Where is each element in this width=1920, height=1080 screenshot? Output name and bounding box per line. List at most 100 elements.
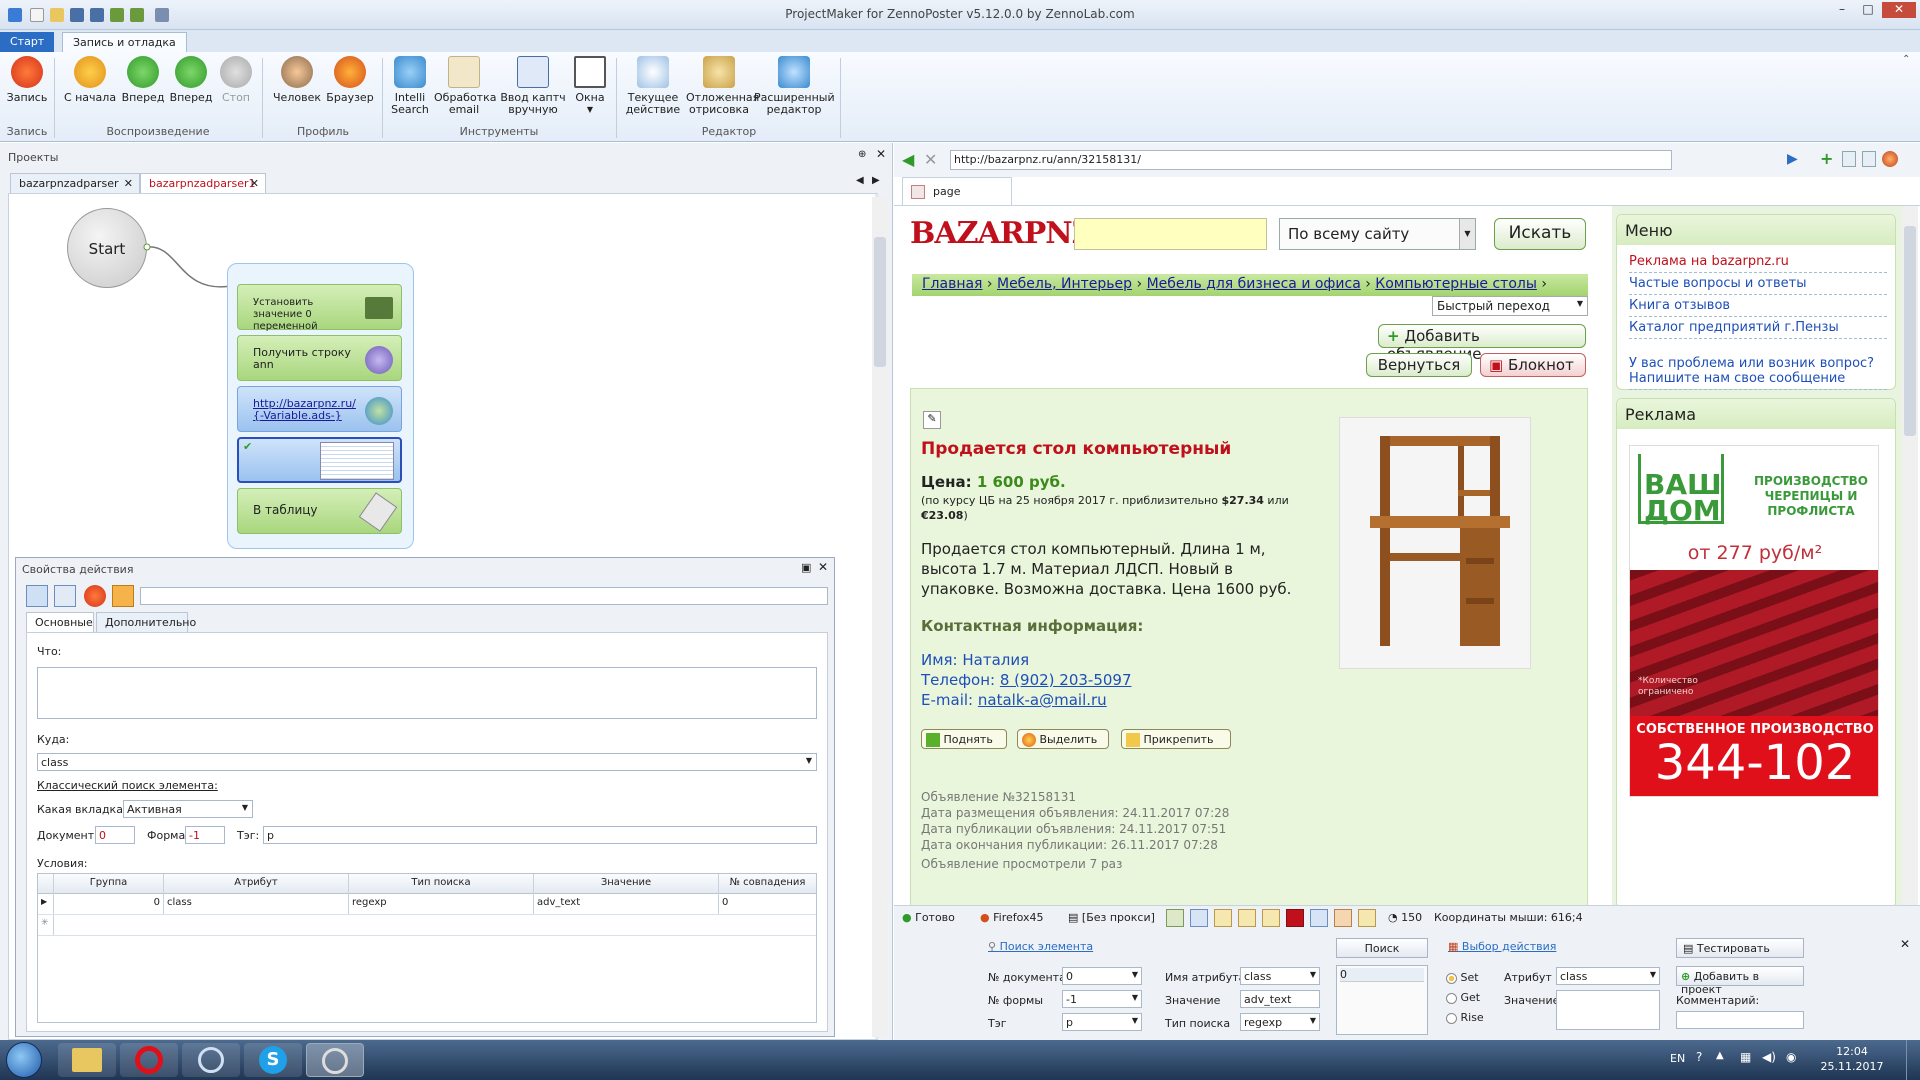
language-indicator[interactable]: EN [1670,1052,1685,1065]
page-scrollbar[interactable] [1902,206,1918,905]
from-start-button[interactable]: С начала [62,56,118,126]
captcha-input-button[interactable]: Ввод каптч вручную [496,56,570,126]
tab-close-icon[interactable]: ✕ [124,177,133,190]
phone-link[interactable]: 8 (902) 203-5097 [1000,671,1132,689]
list-item[interactable]: 0 [1340,968,1424,982]
record-icon[interactable] [84,585,106,607]
scroll-right-icon[interactable]: ▶ [872,175,880,186]
banner[interactable]: ВАШ ДОМ ПРОИЗВОДСТВО ЧЕРЕПИЦЫ И ПРОФЛИСТ… [1629,445,1879,797]
to-table-node[interactable]: В таблицу [237,488,402,534]
save-page-icon[interactable] [1862,151,1876,167]
windows-button[interactable]: Окна ▼ [572,56,608,126]
back-site-button[interactable]: Вернуться [1366,353,1472,377]
record-button[interactable]: Запись [4,56,50,126]
col-group[interactable]: Группа [54,874,164,894]
table-view-icon[interactable] [26,585,48,607]
scroll-left-icon[interactable]: ◀ [856,175,864,186]
tray-arrow-icon[interactable]: ▲ [1716,1050,1724,1061]
doc-number-select[interactable]: 0 ▼ [1062,967,1142,985]
site-search-input[interactable] [1074,218,1267,250]
selected-action-node[interactable]: ✔ [237,437,402,483]
set-value-node[interactable]: Установить значение 0 переменной [237,284,402,332]
opera-icon[interactable] [120,1043,178,1077]
tag-select[interactable]: p ▼ [1062,1013,1142,1031]
download-icon[interactable] [112,585,134,607]
forward-button[interactable]: Вперед [120,56,166,126]
advanced-editor-button[interactable]: Расширенный редактор [754,56,835,126]
url-input[interactable]: http://bazarpnz.ru/ann/32158131/ [950,150,1672,170]
pin-button[interactable]: Прикрепить [1121,729,1231,749]
restore-icon[interactable]: ▣ [801,561,811,574]
status-proxy[interactable]: ▤ [Без прокси] [1068,911,1155,924]
explorer-icon[interactable] [58,1043,116,1077]
human-button[interactable]: Человек [270,56,324,126]
tag-input[interactable]: p [263,826,817,844]
minimize-button[interactable]: – [1830,2,1854,18]
sync-icon[interactable]: ◉ [1786,1050,1796,1064]
deferred-render-button[interactable]: Отложенная отрисовка [686,56,759,126]
breadcrumb-office-furniture[interactable]: Мебель для бизнеса и офиса [1147,276,1361,292]
cell-search-type[interactable]: regexp [349,894,534,914]
scrollbar-thumb[interactable] [874,237,886,367]
menu-item-question[interactable]: У вас проблема или возник вопрос? Напиши… [1629,353,1887,390]
toggle-popups-icon[interactable] [1238,909,1256,927]
back-arrow-icon[interactable]: ◀ [902,150,914,169]
breadcrumb-home[interactable]: Главная [922,276,982,292]
zennoposter-icon[interactable] [182,1043,240,1077]
tab-close-icon[interactable]: ✕ [250,177,259,190]
menu-item-advertising[interactable]: Реклама на bazarpnz.ru [1629,251,1887,273]
notebook-button[interactable]: ▣ Блокнот [1480,353,1586,377]
radio-rise[interactable]: Rise [1446,1011,1484,1024]
page-icon[interactable] [1842,151,1856,167]
col-attribute[interactable]: Атрибут [164,874,349,894]
toggle-css-icon[interactable] [1190,909,1208,927]
get-string-node[interactable]: Получить строку ann [237,335,402,381]
stop-button[interactable]: Стоп [216,56,256,126]
pin-icon[interactable]: ⊕ [858,149,866,160]
clock[interactable]: 12:04 25.11.2017 [1812,1044,1892,1074]
test-button[interactable]: ▤ Тестировать [1676,938,1804,958]
tab-advanced[interactable]: Дополнительно [96,612,196,632]
comment-input[interactable] [1676,1011,1804,1029]
edit-icon[interactable]: ✎ [923,411,941,429]
stop-loading-icon[interactable]: ✕ [924,150,937,169]
add-to-project-button[interactable]: ⊕ Добавить в проект [1676,966,1804,996]
scrollbar-thumb[interactable] [1904,226,1916,436]
forward-step-button[interactable]: Вперед [168,56,214,126]
search-results-list[interactable]: 0 [1336,965,1428,1035]
go-icon[interactable]: ▶ [1787,151,1798,167]
ribbon-collapse-icon[interactable]: ⌃ [1902,54,1910,65]
site-search-button[interactable]: Искать [1494,218,1586,250]
settings-icon[interactable] [1882,151,1898,167]
value-input[interactable]: adv_text [1240,990,1320,1008]
ad-photo[interactable] [1339,417,1531,669]
toggle-sound-icon[interactable] [1358,909,1376,927]
intelli-search-button[interactable]: Intelli Search [388,56,432,126]
document-input[interactable]: 0 [95,826,135,844]
tab-project-1[interactable]: bazarpnzadparser ✕ [10,173,140,193]
cell-match-number[interactable]: 0 [719,894,816,914]
action-group[interactable]: Установить значение 0 переменной Получит… [227,263,414,549]
menu-item-catalog[interactable]: Каталог предприятий г.Пензы [1629,317,1887,339]
cell-group[interactable]: 0 [54,894,164,914]
attribute-select[interactable]: class ▼ [1556,967,1660,985]
breadcrumb-computer-desks[interactable]: Компьютерные столы [1375,276,1537,292]
show-desktop-button[interactable] [1906,1040,1920,1080]
tab-record-debug[interactable]: Запись и отладка [62,32,187,52]
email-processing-button[interactable]: Обработка email [434,56,496,126]
toggle-java-icon[interactable] [1334,909,1352,927]
element-search-button[interactable]: Поиск [1336,938,1428,958]
search-type-select[interactable]: regexp ▼ [1240,1013,1320,1031]
choose-action-link[interactable]: ▦ Выбор действия [1448,940,1556,953]
site-search-scope-select[interactable]: По всему сайту ▼ [1279,218,1476,250]
tab-start[interactable]: Старт [0,32,55,52]
tab-basic[interactable]: Основные [26,612,94,632]
maximize-button[interactable]: □ [1856,2,1880,18]
what-textarea[interactable] [37,667,817,719]
conditions-grid[interactable]: Группа Атрибут Тип поиска Значение № сов… [37,873,817,1023]
form-number-select[interactable]: -1 ▼ [1062,990,1142,1008]
form-view-icon[interactable] [54,585,76,607]
network-icon[interactable]: ▦ [1740,1050,1751,1064]
toggle-frames-icon[interactable] [1214,909,1232,927]
quick-nav-select[interactable]: Быстрый переход ▼ [1432,296,1588,316]
